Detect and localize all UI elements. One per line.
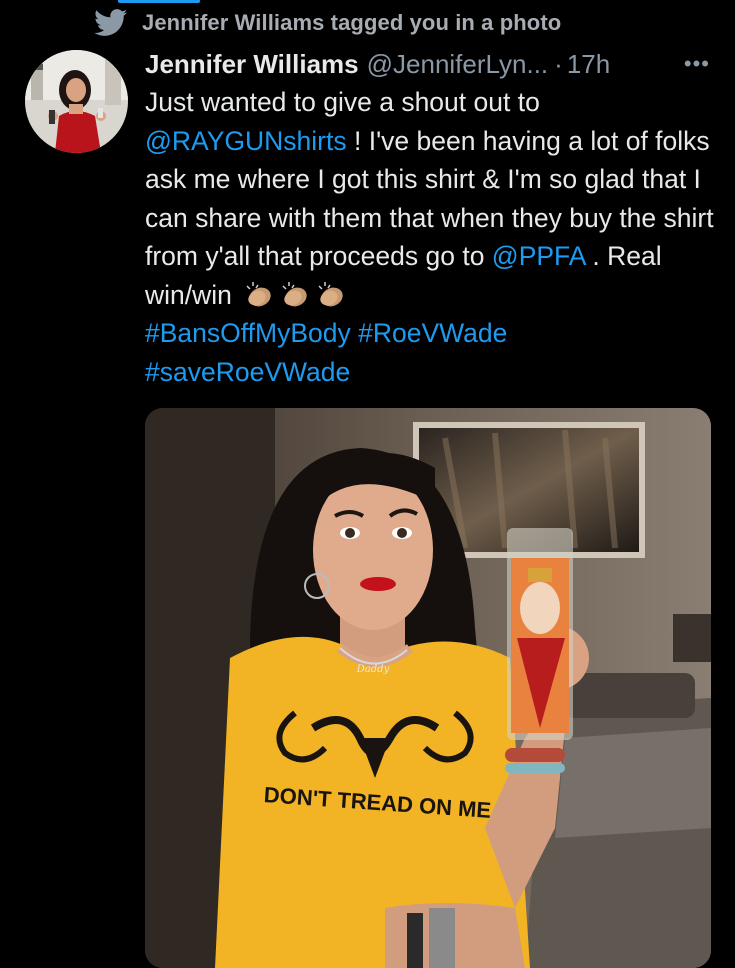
notification-header[interactable]: Jennifer Williams tagged you in a photo [94,8,561,38]
hashtag-saveroevwade[interactable]: #saveRoeVWade [145,357,350,387]
notification-text: Jennifer Williams tagged you in a photo [142,10,562,35]
author-name[interactable]: Jennifer Williams [145,46,359,82]
photo-illustration: DON'T TREAD ON ME Daddy [145,408,711,968]
twitter-bird-icon [94,9,128,36]
tweet-header: Jennifer Williams @JenniferLyn... · 17h … [145,46,720,82]
tweet-text: Just wanted to give a shout out to @RAYGU… [145,83,720,391]
clapping-hands-icon [282,281,307,306]
mention-ppfa[interactable]: @PPFA [492,241,585,271]
hashtag-bansoffmybody[interactable]: #BansOffMyBody [145,318,351,348]
avatar[interactable] [25,50,128,153]
top-accent-bar [118,0,200,3]
tweet-timestamp[interactable]: 17h [567,46,610,82]
tweet-text-part: Just wanted to give a shout out to [145,87,540,117]
separator: · [554,49,563,79]
author-handle[interactable]: @JenniferLyn... [367,46,549,82]
necklace-text: Daddy [356,664,390,675]
hashtag-roevwade[interactable]: #RoeVWade [358,318,507,348]
tweet-photo[interactable]: DON'T TREAD ON ME Daddy [145,408,711,968]
avatar-photo [25,50,128,153]
more-options-icon[interactable]: ••• [684,46,710,82]
tweet[interactable]: Jennifer Williams @JenniferLyn... · 17h … [145,46,720,391]
mention-raygunshirts[interactable]: @RAYGUNshirts [145,126,347,156]
clapping-hands-icon [246,281,271,306]
clapping-hands-icon [318,281,343,306]
